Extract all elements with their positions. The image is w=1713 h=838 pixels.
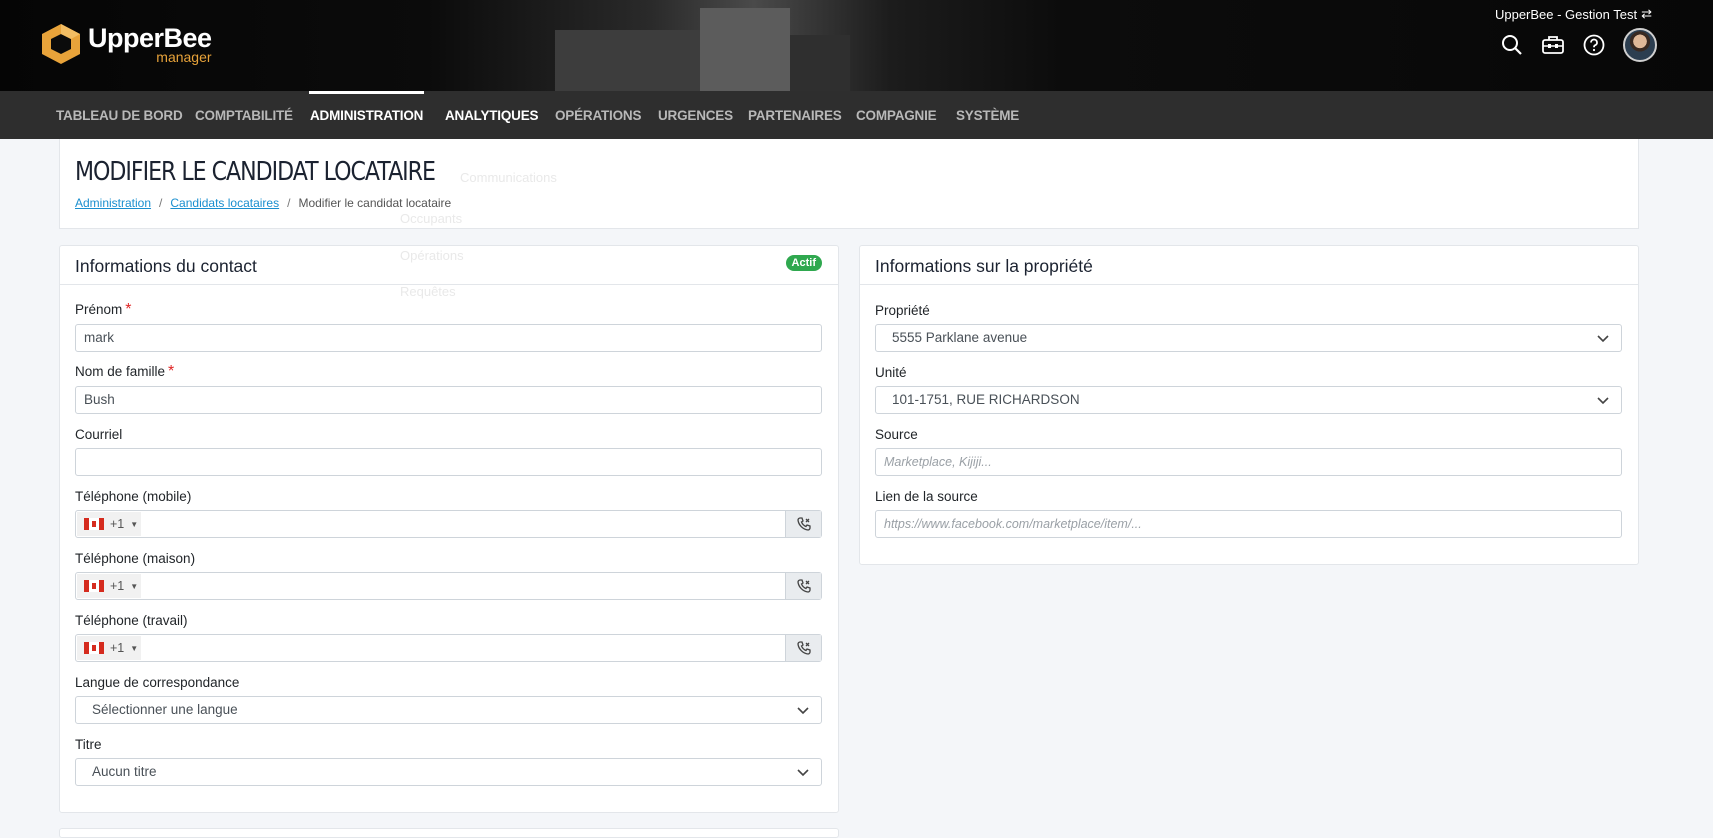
chevron-down-icon — [1597, 397, 1609, 405]
last-name-label: Nom de famille * — [75, 363, 175, 380]
ghost-menu-item: Opérations — [400, 248, 464, 263]
contact-card: Informations du contact Actif Prénom * ma… — [59, 245, 839, 813]
main-nav: TABLEAU DE BORD COMPTABILITÉ ADMINISTRAT… — [0, 91, 1713, 139]
next-card — [59, 828, 839, 838]
ghost-menu-item: Occupants — [400, 211, 463, 226]
phone-x-icon — [796, 579, 811, 593]
title-select[interactable]: Aucun titre — [75, 758, 822, 786]
nav-urgences[interactable]: URGENCES — [658, 91, 733, 139]
nav-compagnie[interactable]: COMPAGNIE — [856, 91, 937, 139]
org-name: UpperBee - Gestion Test — [1494, 6, 1638, 22]
property-select[interactable]: 5555 Parklane avenue — [875, 324, 1622, 352]
source-input[interactable]: Marketplace, Kijiji... — [875, 448, 1622, 476]
nav-partenaires[interactable]: PARTENAIRES — [748, 91, 842, 139]
brand-name: UpperBee — [88, 22, 212, 53]
nav-analytiques[interactable]: ANALYTIQUES — [445, 91, 539, 139]
first-name-label: Prénom * — [75, 301, 132, 318]
country-code-selector[interactable]: +1 ▼ — [77, 512, 141, 536]
phone-work-label: Téléphone (travail) — [75, 613, 188, 628]
phone-home-input[interactable]: +1 ▼ — [75, 572, 822, 600]
switch-icon: ⇄ — [1641, 6, 1652, 21]
contact-card-title: Informations du contact — [75, 256, 257, 276]
nav-administration[interactable]: ADMINISTRATION — [309, 91, 425, 139]
breadcrumb: Administration / Candidats locataires / Modi… — [75, 196, 452, 210]
language-select[interactable]: Sélectionner une langue — [75, 696, 822, 724]
app-logo[interactable]: UpperBee manager — [40, 22, 212, 66]
country-code-selector[interactable]: +1 ▼ — [77, 574, 141, 598]
property-card-title: Informations sur la propriété — [875, 256, 1093, 276]
phone-x-icon — [796, 517, 811, 531]
page-title: MODIFIER LE CANDIDAT LOCATAIRE — [75, 157, 436, 187]
unit-select[interactable]: 101-1751, RUE RICHARDSON — [875, 386, 1622, 414]
last-name-input[interactable]: Bush — [75, 386, 822, 414]
search-icon[interactable] — [1501, 34, 1523, 56]
phone-mobile-input[interactable]: +1 ▼ — [75, 510, 822, 538]
phone-home-label: Téléphone (maison) — [75, 551, 196, 566]
canada-flag-icon — [84, 580, 104, 592]
page-header: MODIFIER LE CANDIDAT LOCATAIRE Administr… — [59, 139, 1639, 229]
org-switcher[interactable]: UpperBee - Gestion Test ⇄ — [1495, 6, 1652, 22]
status-badge: Actif — [785, 255, 822, 271]
toolbox-icon[interactable] — [1541, 35, 1565, 55]
hexagon-logo-icon — [42, 24, 80, 64]
email-label: Courriel — [75, 427, 123, 442]
user-avatar[interactable] — [1623, 28, 1657, 62]
nav-tableau-de-bord[interactable]: TABLEAU DE BORD — [56, 91, 183, 139]
nav-comptabilite[interactable]: COMPTABILITÉ — [195, 91, 293, 139]
property-card: Informations sur la propriété Propriété … — [859, 245, 1639, 565]
phone-home-call-button[interactable] — [785, 573, 821, 599]
chevron-down-icon — [797, 769, 809, 777]
chevron-down-icon — [797, 707, 809, 715]
header-background-building-tower — [700, 8, 790, 91]
canada-flag-icon — [84, 518, 104, 530]
phone-x-icon — [796, 641, 811, 655]
ghost-menu-item: Requêtes — [400, 284, 456, 299]
breadcrumb-administration[interactable]: Administration — [75, 196, 151, 210]
top-header: UpperBee manager UpperBee - Gestion Test… — [0, 0, 1713, 91]
breadcrumb-candidats[interactable]: Candidats locataires — [170, 196, 279, 210]
country-code-selector[interactable]: +1 ▼ — [77, 636, 141, 660]
phone-work-call-button[interactable] — [785, 635, 821, 661]
source-label: Source — [875, 427, 918, 442]
phone-mobile-call-button[interactable] — [785, 511, 821, 537]
email-input[interactable] — [75, 448, 822, 476]
nav-operations[interactable]: OPÉRATIONS — [555, 91, 641, 139]
source-link-input[interactable]: https://www.facebook.com/marketplace/ite… — [875, 510, 1622, 538]
chevron-down-icon — [1597, 335, 1609, 343]
phone-work-input[interactable]: +1 ▼ — [75, 634, 822, 662]
help-icon[interactable] — [1583, 34, 1605, 56]
canada-flag-icon — [84, 642, 104, 654]
language-label: Langue de correspondance — [75, 675, 240, 690]
unit-label: Unité — [875, 365, 907, 380]
header-background-building-wing — [790, 35, 850, 91]
source-link-label: Lien de la source — [875, 489, 978, 504]
phone-mobile-label: Téléphone (mobile) — [75, 489, 192, 504]
breadcrumb-current: Modifier le candidat locataire — [298, 196, 452, 210]
nav-systeme[interactable]: SYSTÈME — [956, 91, 1019, 139]
title-label: Titre — [75, 737, 102, 752]
property-label: Propriété — [875, 303, 930, 318]
first-name-input[interactable]: mark — [75, 324, 822, 352]
ghost-menu-item: Communications — [460, 170, 557, 185]
